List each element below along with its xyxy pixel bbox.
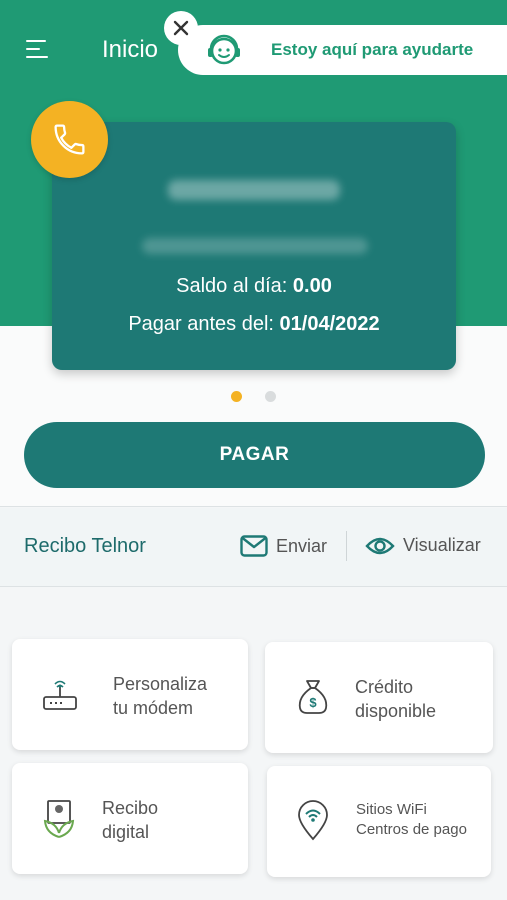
svg-text:$: $ <box>309 695 317 710</box>
money-bag-icon: $ <box>298 680 328 714</box>
menu-button[interactable] <box>26 38 52 62</box>
close-help-button[interactable] <box>164 11 198 45</box>
carousel-dot[interactable] <box>265 391 276 402</box>
menu-icon-line <box>26 56 48 58</box>
send-receipt-button[interactable]: Enviar <box>240 535 327 557</box>
account-card[interactable]: Saldo al día: 0.00 Pagar antes del: 01/0… <box>52 122 456 370</box>
blurred-account-name <box>142 238 368 254</box>
phone-service-badge <box>31 101 108 178</box>
support-agent-icon <box>208 34 240 65</box>
help-assistant-banner[interactable]: Estoy aquí para ayudarte <box>178 25 507 75</box>
send-label: Enviar <box>276 535 328 556</box>
tile-personaliza-modem[interactable]: Personaliza tu módem <box>12 639 248 750</box>
carousel-dot-active[interactable] <box>231 391 242 402</box>
balance-label: Saldo al día: <box>176 275 288 297</box>
envelope-icon <box>240 535 268 557</box>
receipt-title: Recibo Telnor <box>24 535 146 557</box>
due-date-line: Pagar antes del: 01/04/2022 <box>52 313 456 336</box>
menu-icon-line <box>26 40 46 42</box>
tile-label: Sitios WiFi Centros de pago <box>356 801 467 839</box>
due-label: Pagar antes del: <box>128 313 274 335</box>
view-receipt-button[interactable]: Visualizar <box>365 535 481 556</box>
help-text: Estoy aquí para ayudarte <box>271 40 474 59</box>
eco-receipt-icon <box>43 800 75 838</box>
menu-icon-line <box>26 48 40 50</box>
pay-button[interactable]: PAGAR <box>24 422 485 488</box>
divider <box>0 586 507 587</box>
tile-credito-disponible[interactable]: $ Crédito disponible <box>265 642 493 753</box>
phone-icon <box>54 124 85 155</box>
receipt-row: Recibo Telnor Enviar Visualizar <box>0 508 507 586</box>
tile-recibo-digital[interactable]: Recibo digital <box>12 763 248 874</box>
page-title: Inicio <box>102 36 159 63</box>
tile-sitios-wifi[interactable]: Sitios WiFi Centros de pago <box>267 766 491 877</box>
balance-line: Saldo al día: 0.00 <box>52 275 456 298</box>
router-icon <box>43 680 77 710</box>
eye-icon <box>365 537 395 554</box>
tile-label: Recibo digital <box>102 798 159 843</box>
wifi-location-icon <box>298 800 328 841</box>
close-icon <box>173 20 189 36</box>
divider <box>0 506 507 507</box>
action-separator <box>346 531 347 561</box>
blurred-account-number <box>168 180 340 200</box>
due-date-value: 01/04/2022 <box>279 313 380 335</box>
tile-label: Personaliza tu módem <box>113 674 208 719</box>
balance-value: 0.00 <box>292 275 332 297</box>
view-label: Visualizar <box>403 535 481 555</box>
tile-label: Crédito disponible <box>355 677 437 722</box>
